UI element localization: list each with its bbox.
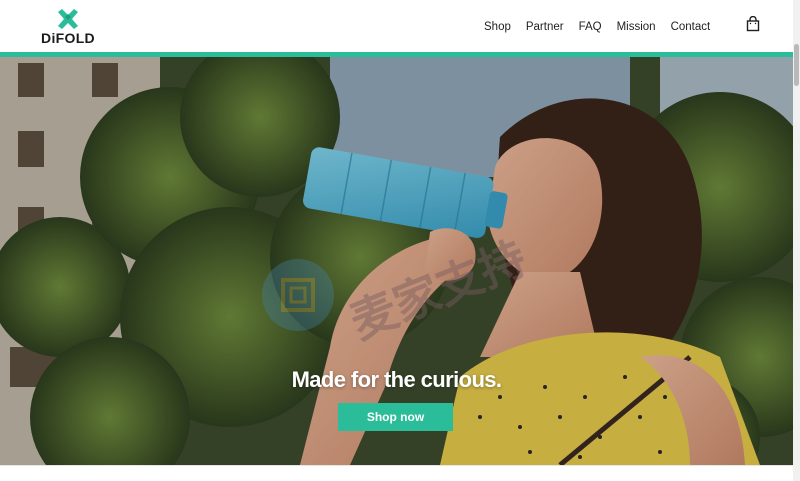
page-scrollbar[interactable] — [793, 0, 800, 481]
nav-item-mission[interactable]: Mission — [617, 21, 656, 33]
below-hero-section — [0, 465, 793, 481]
brand-logo[interactable]: DiFOLD — [40, 8, 96, 48]
shop-now-button[interactable]: Shop now — [338, 403, 453, 431]
difold-x-logo-icon — [58, 9, 78, 29]
main-nav: Shop Partner FAQ Mission Contact — [484, 19, 710, 35]
shopping-bag-icon[interactable] — [746, 16, 760, 32]
hero-banner: 麦家支持 Made for the curious. Shop now — [0, 57, 793, 465]
site-header: DiFOLD Shop Partner FAQ Mission Contact — [0, 0, 793, 52]
nav-item-faq[interactable]: FAQ — [579, 21, 602, 33]
nav-item-contact[interactable]: Contact — [671, 21, 711, 33]
nav-item-shop[interactable]: Shop — [484, 21, 511, 33]
hero-headline: Made for the curious. — [291, 367, 502, 392]
nav-item-partner[interactable]: Partner — [526, 21, 564, 33]
scrollbar-thumb[interactable] — [794, 44, 799, 86]
brand-name: DiFOLD — [41, 30, 95, 46]
page: DiFOLD Shop Partner FAQ Mission Contact — [0, 0, 800, 481]
